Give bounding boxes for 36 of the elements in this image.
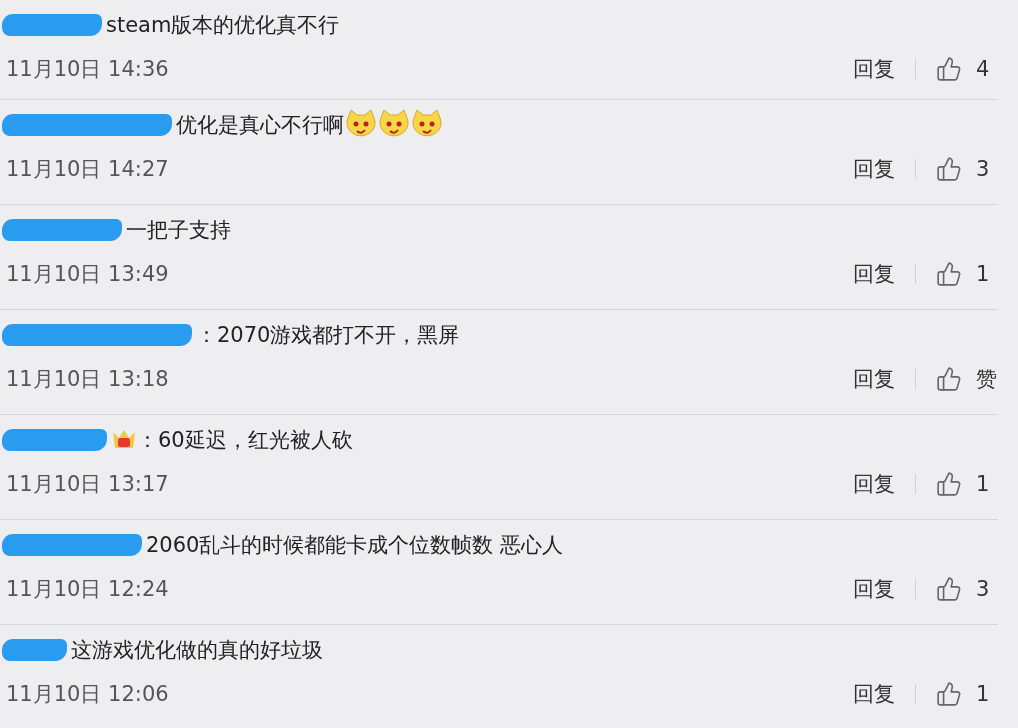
redacted-username <box>2 639 67 661</box>
thumbs-up-icon[interactable] <box>936 366 962 392</box>
comment-time: 11月10日 13:18 <box>6 366 170 393</box>
comment-text: 2060乱斗的时候都能卡成个位数帧数 恶心人 <box>146 532 564 559</box>
reply-link[interactable]: 回复 <box>853 365 895 393</box>
like-count: 4 <box>976 57 990 81</box>
comment-time: 11月10日 12:24 <box>6 576 170 603</box>
reply-link[interactable]: 回复 <box>853 470 895 498</box>
thumbs-up-icon[interactable] <box>936 681 962 707</box>
reply-link[interactable]: 回复 <box>853 575 895 603</box>
like-count: 1 <box>976 262 990 286</box>
reply-link[interactable]: 回复 <box>853 260 895 288</box>
comment-time: 11月10日 14:27 <box>6 156 170 183</box>
thumbs-up-icon[interactable] <box>936 576 962 602</box>
comment-time: 11月10日 13:17 <box>6 471 170 498</box>
reply-link[interactable]: 回复 <box>853 155 895 183</box>
thumbs-up-icon[interactable] <box>936 261 962 287</box>
comment-text: 优化是真心不行啊 <box>176 112 344 139</box>
like-count: 赞 <box>976 366 997 393</box>
like-count: 1 <box>976 472 990 496</box>
comment-text: 这游戏优化做的真的好垃圾 <box>71 637 323 664</box>
reply-link[interactable]: 回复 <box>853 680 895 708</box>
comment-time: 11月10日 13:49 <box>6 261 170 288</box>
thumbs-up-icon[interactable] <box>936 156 962 182</box>
comment-text: 一把子支持 <box>126 217 231 244</box>
comment-text: ：60延迟，红光被人砍 <box>137 427 353 454</box>
comment-time: 11月10日 12:06 <box>6 681 170 708</box>
like-count: 3 <box>976 157 990 181</box>
like-count: 3 <box>976 577 990 601</box>
thumbs-up-icon[interactable] <box>936 56 962 82</box>
comment-text: ：2070游戏都打不开，黑屏 <box>196 322 460 349</box>
like-count: 1 <box>976 682 990 706</box>
reply-link[interactable]: 回复 <box>853 55 895 83</box>
comment-text: steam版本的优化真不行 <box>106 12 340 39</box>
thumbs-up-icon[interactable] <box>936 471 962 497</box>
comment-time: 11月10日 14:36 <box>6 56 170 83</box>
